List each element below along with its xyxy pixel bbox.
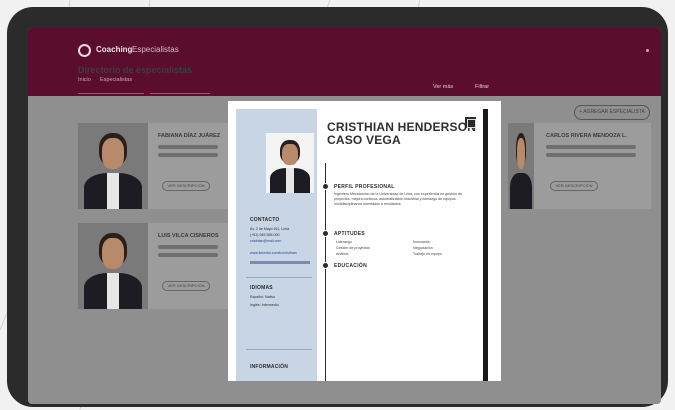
cv-full-name: CRISTHIAN HENDERSON CASO VEGA	[327, 120, 477, 148]
contact-link-underline	[250, 261, 310, 264]
brand-name: Coaching	[96, 45, 133, 54]
modal-scrollbar[interactable]	[483, 109, 488, 381]
language-item: Español: Nativo	[250, 295, 276, 299]
skill-item: Trabajo en equipo	[413, 252, 442, 256]
specialist-photo	[508, 123, 534, 209]
add-specialist-button[interactable]: + AGREGAR ESPECIALISTA	[574, 105, 650, 120]
cv-modal: CONTACTO Av. 2 de Mayo 611, Lima (+51) 9…	[228, 101, 501, 381]
filter-select-2[interactable]	[150, 86, 210, 94]
view-description-button[interactable]: VER DESCRIPCIÓN	[162, 181, 210, 191]
page-title: Directorio de especialistas	[78, 65, 193, 75]
specialist-name: FABIANA DÍAZ JUÁREZ	[158, 133, 221, 139]
sidebar-divider	[246, 277, 312, 278]
close-icon[interactable]	[465, 117, 476, 128]
skill-item: Análisis	[336, 252, 349, 256]
more-info-heading: INFORMACIÓN	[250, 364, 289, 370]
skill-item: Negociación	[413, 246, 433, 250]
specialist-card[interactable]: LUIS VILCA CISNEROS VER DESCRIPCIÓN	[78, 223, 228, 309]
specialist-name: LUIS VILCA CISNEROS	[158, 233, 219, 239]
menu-icon[interactable]	[646, 49, 649, 52]
contact-phone: (+51) 945 555 000	[250, 233, 280, 237]
skill-item: Liderazgo	[336, 240, 352, 244]
tablet-frame: Coaching Especialistas Inicio Especialis…	[7, 7, 668, 407]
sidebar-divider	[246, 349, 312, 350]
language-item: Inglés: Intermedio	[250, 303, 279, 307]
cv-main-content: CRISTHIAN HENDERSON CASO VEGA PERFIL PRO…	[317, 109, 493, 381]
contact-heading: CONTACTO	[250, 217, 280, 223]
skill-item: Innovación	[413, 240, 431, 244]
tablet-screen: Coaching Especialistas Inicio Especialis…	[28, 28, 661, 404]
cv-photo	[266, 133, 314, 193]
specialist-photo	[78, 223, 148, 309]
education-heading: EDUCACIÓN	[334, 263, 367, 269]
nav-link-ver-mas[interactable]: Ver más	[433, 84, 453, 90]
specialist-photo	[78, 123, 148, 209]
brand-logo-icon	[78, 44, 91, 57]
filter-select-1[interactable]	[78, 86, 144, 94]
cv-name-line-1: CRISTHIAN HENDERSON	[327, 120, 477, 134]
specialist-name: CARLOS RIVERA MENDOZA L.	[546, 133, 627, 139]
nav-item-especialistas[interactable]: Especialistas	[100, 77, 132, 83]
contact-address: Av. 2 de Mayo 611, Lima	[250, 227, 290, 231]
profile-text: Ingeniero Mecatrónico de la Universidad …	[334, 192, 462, 207]
skills-heading: APTITUDES	[334, 231, 366, 237]
languages-heading: IDIOMAS	[250, 285, 273, 291]
view-description-button[interactable]: VER DESCRIPCIÓN	[550, 181, 598, 191]
contact-linkedin-link[interactable]: www.linkedin.com/in/cristhian	[250, 251, 297, 256]
view-description-button[interactable]: VER DESCRIPCIÓN	[162, 281, 210, 291]
nav-item-inicio[interactable]: Inicio	[78, 77, 91, 83]
cv-name-line-2: CASO VEGA	[327, 133, 401, 148]
skill-item: Gestión de proyectos	[336, 246, 370, 250]
nav-link-filtrar[interactable]: Filtrar	[475, 84, 489, 90]
contact-email-link[interactable]: cristhian@mail.com	[250, 239, 281, 244]
specialist-card[interactable]: CARLOS RIVERA MENDOZA L. VER DESCRIPCIÓN	[508, 123, 651, 209]
timeline-line	[325, 163, 326, 381]
timeline-dot-icon	[322, 230, 329, 237]
cv-sidebar: CONTACTO Av. 2 de Mayo 611, Lima (+51) 9…	[236, 109, 317, 381]
profile-heading: PERFIL PROFESIONAL	[334, 184, 395, 190]
timeline-dot-icon	[322, 183, 329, 190]
brand-section[interactable]: Especialistas	[132, 45, 179, 54]
specialist-card[interactable]: FABIANA DÍAZ JUÁREZ VER DESCRIPCIÓN	[78, 123, 228, 209]
timeline-dot-icon	[322, 262, 329, 269]
